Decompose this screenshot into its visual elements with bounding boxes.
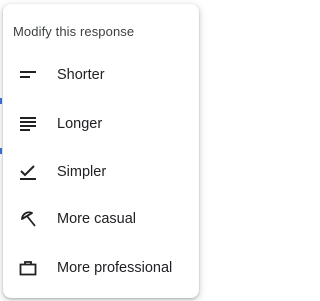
beach-umbrella-icon [17,208,39,230]
menu-item-longer[interactable]: Longer [3,104,199,144]
menu-item-label: Longer [57,116,103,132]
menu-item-label: More professional [57,260,173,276]
menu-item-label: Simpler [57,164,107,180]
menu-item-more-professional[interactable]: More professional [3,248,199,288]
menu-item-more-casual[interactable]: More casual [3,199,199,239]
check-underline-icon [17,161,39,183]
menu-item-simpler[interactable]: Simpler [3,152,199,192]
briefcase-icon [17,257,39,279]
menu-item-label: More casual [57,211,136,227]
menu-item-label: Shorter [57,67,105,83]
background-edge-mark [0,148,2,154]
short-text-icon [17,64,39,86]
menu-title: Modify this response [13,24,135,39]
background-edge-mark [0,98,2,104]
long-text-icon [17,113,39,135]
modify-response-menu: Modify this response Shorter Longer Simp… [3,4,199,298]
menu-item-shorter[interactable]: Shorter [3,55,199,95]
